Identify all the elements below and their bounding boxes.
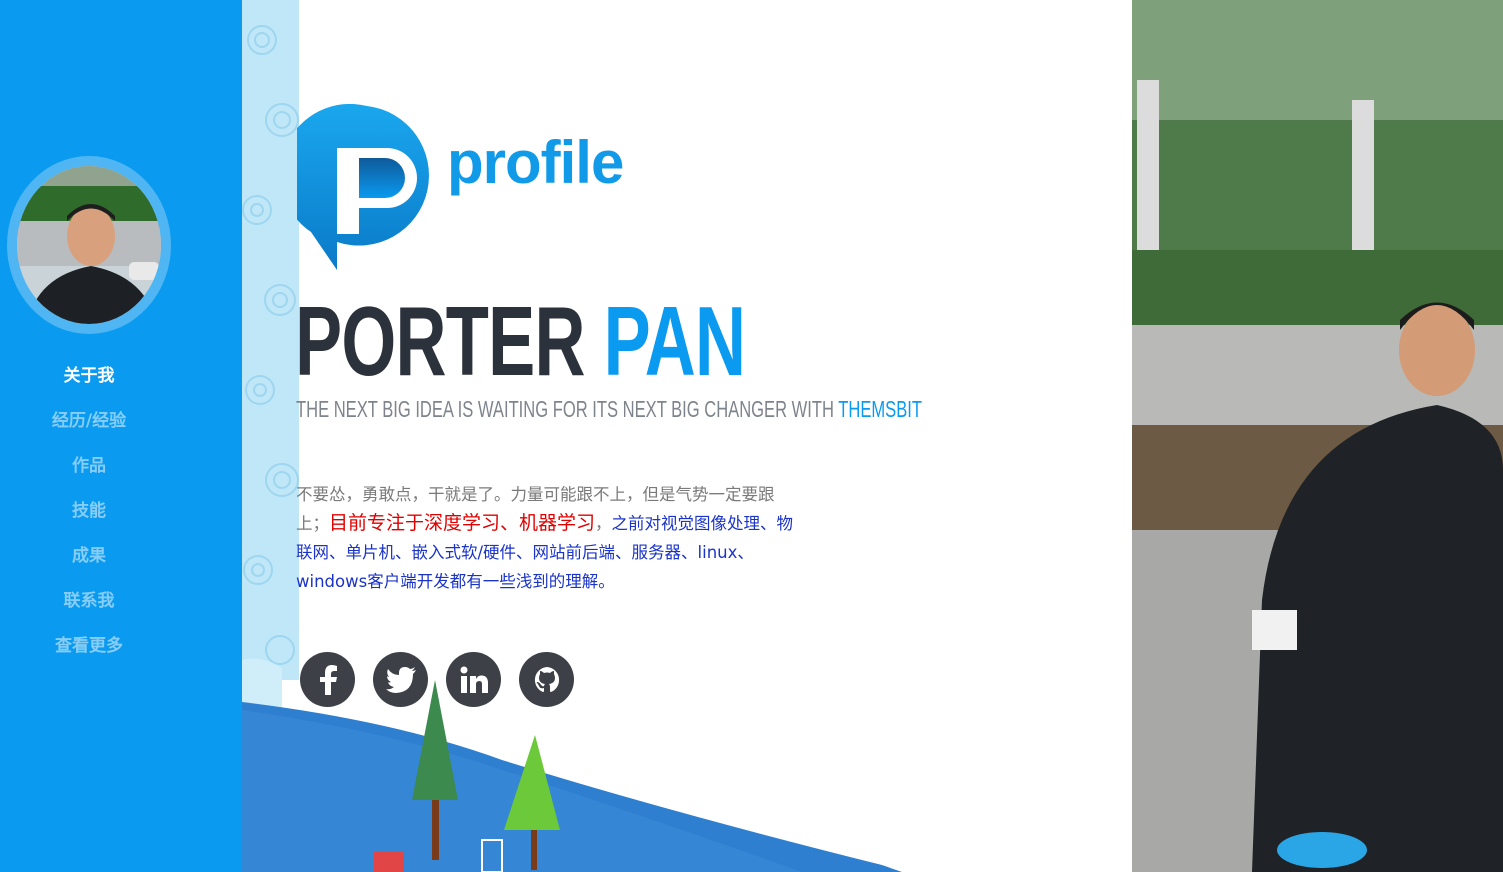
- decorative-pattern: [242, 0, 299, 680]
- tagline-text: THE NEXT BIG IDEA IS WAITING FOR ITS NEX…: [296, 396, 834, 422]
- bio-separator: ，: [595, 514, 612, 533]
- page-title: PORTER PAN: [295, 286, 746, 396]
- bio-paragraph: 不要怂，勇敢点，干就是了。力量可能跟不上，但是气势一定要跟上；目前专注于深度学习…: [296, 480, 794, 596]
- sidebar-nav: 关于我 经历/经验 作品 技能 成果 联系我 查看更多: [0, 361, 178, 676]
- twitter-icon: [385, 666, 416, 693]
- title-last-name: PAN: [603, 286, 746, 396]
- nav-item-more[interactable]: 查看更多: [0, 631, 178, 676]
- avatar[interactable]: [17, 166, 161, 324]
- profile-photo: [1132, 0, 1503, 872]
- nav-item-experience[interactable]: 经历/经验: [0, 406, 178, 451]
- logo-text: profile: [447, 129, 624, 196]
- title-first-name: PORTER: [295, 286, 585, 396]
- nav-item-about[interactable]: 关于我: [0, 361, 178, 406]
- tagline: THE NEXT BIG IDEA IS WAITING FOR ITS NEX…: [296, 396, 922, 423]
- tagline-link[interactable]: THEMSBIT: [838, 396, 922, 422]
- avatar-frame: [7, 156, 171, 334]
- main-content: profile PORTER PAN THE NEXT BIG IDEA IS …: [242, 0, 1132, 872]
- nav-item-skills[interactable]: 技能: [0, 496, 178, 541]
- profile-logo: [280, 103, 447, 272]
- linkedin-button[interactable]: [446, 652, 501, 707]
- bio-highlight-text: 目前专注于深度学习、机器学习: [329, 512, 596, 534]
- github-button[interactable]: [519, 652, 574, 707]
- sidebar: 关于我 经历/经验 作品 技能 成果 联系我 查看更多: [0, 0, 242, 872]
- github-icon: [534, 666, 559, 692]
- nav-item-works[interactable]: 作品: [0, 451, 178, 496]
- twitter-button[interactable]: [373, 652, 428, 707]
- facebook-icon: [319, 664, 337, 695]
- linkedin-icon: [460, 666, 488, 693]
- facebook-button[interactable]: [300, 652, 355, 707]
- nav-item-achievements[interactable]: 成果: [0, 541, 178, 586]
- nav-item-contact[interactable]: 联系我: [0, 586, 178, 631]
